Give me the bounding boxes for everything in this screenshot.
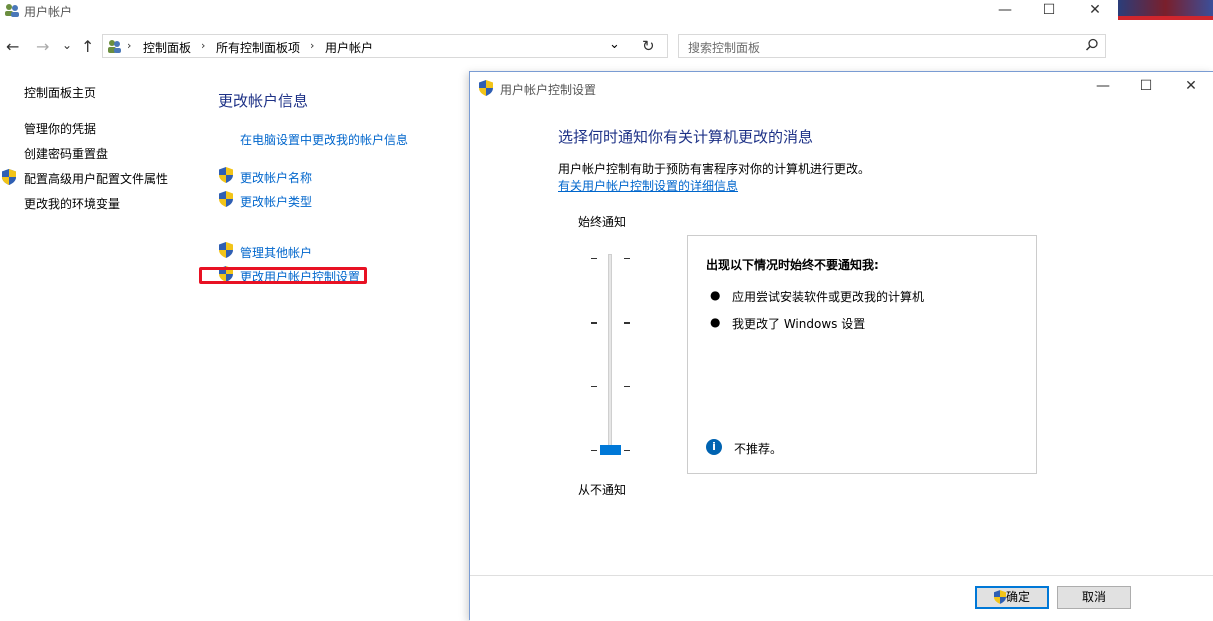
search-icon[interactable] — [1085, 38, 1099, 52]
refresh-icon[interactable]: ↻ — [642, 37, 655, 55]
uac-info-link[interactable]: 有关用户帐户控制设置的详细信息 — [558, 177, 738, 194]
sidebar-item-env-vars[interactable]: 更改我的环境变量 — [24, 195, 120, 212]
close-button[interactable]: ✕ — [1072, 0, 1118, 22]
info-bullet: 我更改了 Windows 设置 — [732, 317, 866, 331]
info-bullet: 应用尝试安装软件或更改我的计算机 — [732, 290, 925, 304]
info-note: 不推荐。 — [734, 442, 783, 456]
dialog-heading: 选择何时通知你有关计算机更改的消息 — [558, 128, 814, 146]
link-change-account-name[interactable]: 更改帐户名称 — [240, 169, 312, 186]
background-wallpaper — [1118, 0, 1213, 16]
address-dropdown-icon[interactable]: ⌄ — [609, 37, 620, 52]
background-wallpaper-edge — [1118, 16, 1213, 20]
page-title: 更改帐户信息 — [218, 92, 309, 110]
sidebar-item-credentials[interactable]: 管理你的凭据 — [24, 120, 96, 137]
notification-slider-thumb[interactable] — [600, 445, 621, 455]
bullet-dot: ● — [710, 315, 721, 329]
dialog-description: 用户帐户控制有助于预防有害程序对你的计算机进行更改。 — [558, 162, 871, 176]
search-input[interactable]: 搜索控制面板 — [678, 34, 1106, 58]
slider-tick — [624, 322, 630, 324]
ok-button-label: 确定 — [1005, 590, 1030, 604]
uac-shield-icon — [219, 167, 233, 183]
back-arrow-icon[interactable]: ← — [6, 37, 19, 56]
notification-info-panel: 出现以下情况时始终不要通知我: ● 应用尝试安装软件或更改我的计算机 ● 我更改… — [687, 235, 1037, 474]
sidebar-item-advanced-profile[interactable]: 配置高级用户配置文件属性 — [24, 170, 168, 187]
sidebar-item-reset-disk[interactable]: 创建密码重置盘 — [24, 145, 108, 162]
slider-tick — [624, 258, 630, 259]
control-panel-icon — [106, 38, 122, 54]
notification-slider-track[interactable] — [608, 254, 612, 454]
link-pc-settings[interactable]: 在电脑设置中更改我的帐户信息 — [240, 131, 408, 148]
breadcrumb-all-items[interactable]: 所有控制面板项 — [216, 39, 300, 56]
window-title: 用户帐户 — [24, 5, 73, 19]
bullet-dot: ● — [710, 288, 721, 302]
slider-tick — [591, 322, 597, 324]
cancel-button[interactable]: 取消 — [1057, 586, 1131, 609]
dialog-minimize-button[interactable]: — — [1080, 76, 1126, 98]
search-placeholder: 搜索控制面板 — [688, 41, 761, 55]
slider-tick — [591, 386, 597, 387]
slider-tick — [591, 258, 597, 259]
dialog-title: 用户帐户控制设置 — [500, 83, 597, 97]
info-icon: i — [706, 439, 722, 455]
breadcrumb-separator: › — [127, 39, 132, 52]
breadcrumb-separator: › — [310, 39, 315, 52]
uac-shield-icon — [219, 242, 233, 258]
breadcrumb-control-panel[interactable]: 控制面板 — [143, 39, 191, 56]
uac-settings-dialog: 用户帐户控制设置 — ☐ ✕ 选择何时通知你有关计算机更改的消息 用户帐户控制有… — [469, 71, 1213, 621]
forward-arrow-icon[interactable]: → — [36, 37, 49, 56]
sidebar-item-home[interactable]: 控制面板主页 — [24, 84, 96, 101]
maximize-button[interactable]: ☐ — [1026, 0, 1072, 22]
dialog-footer: 确定 取消 — [470, 575, 1213, 621]
breadcrumb-separator: › — [201, 39, 206, 52]
recent-dropdown-icon[interactable]: ⌄ — [62, 38, 72, 52]
link-manage-other-accounts[interactable]: 管理其他帐户 — [240, 244, 312, 261]
ok-button[interactable]: 确定 — [975, 586, 1049, 609]
slider-tick — [591, 450, 597, 451]
slider-tick — [624, 450, 630, 451]
slider-tick — [624, 386, 630, 387]
info-title: 出现以下情况时始终不要通知我: — [706, 258, 879, 272]
slider-bottom-label: 从不通知 — [578, 483, 627, 497]
uac-shield-icon — [219, 191, 233, 207]
minimize-button[interactable]: — — [982, 0, 1028, 22]
address-bar[interactable]: › 控制面板 › 所有控制面板项 › 用户帐户 ⌄ — [102, 34, 668, 58]
dialog-maximize-button[interactable]: ☐ — [1123, 76, 1169, 98]
dialog-close-button[interactable]: ✕ — [1168, 76, 1213, 98]
up-arrow-icon[interactable]: ↑ — [81, 37, 94, 56]
slider-top-label: 始终通知 — [578, 215, 627, 229]
highlight-box — [199, 267, 367, 284]
uac-shield-icon — [2, 169, 16, 185]
uac-shield-icon — [993, 589, 1006, 604]
users-icon — [4, 3, 20, 17]
uac-shield-icon — [479, 80, 493, 96]
breadcrumb-user-accounts[interactable]: 用户帐户 — [325, 39, 373, 56]
link-change-account-type[interactable]: 更改帐户类型 — [240, 193, 312, 210]
